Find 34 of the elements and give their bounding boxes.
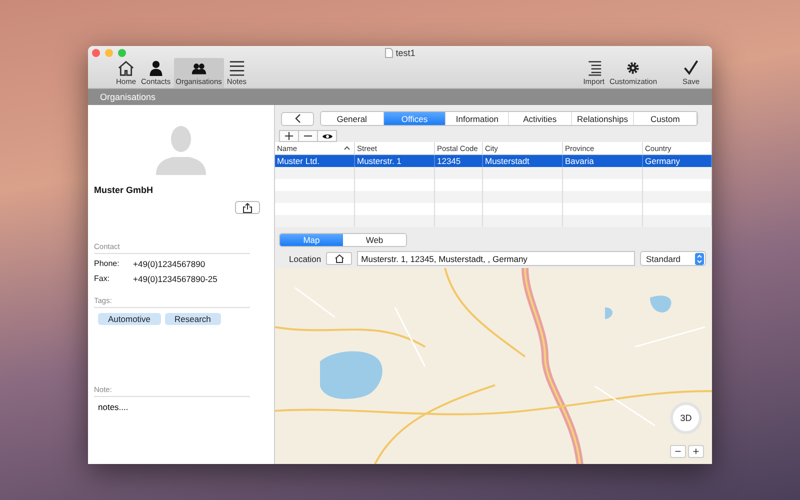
- remove-button[interactable]: [298, 130, 318, 142]
- field-label: Fax:: [94, 274, 111, 284]
- eye-icon: [322, 132, 332, 140]
- plus-icon: [285, 132, 293, 140]
- stepper-icon: [695, 252, 704, 264]
- field-label: Phone:: [94, 259, 120, 269]
- menu-icon: [228, 60, 246, 76]
- house-icon: [334, 254, 344, 263]
- map-type-dropdown[interactable]: Standard: [640, 251, 706, 266]
- section-header: Organisations: [88, 89, 712, 105]
- zoom-out-button[interactable]: −: [670, 445, 686, 458]
- tag[interactable]: Research: [164, 313, 221, 325]
- avatar-silhouette: [156, 123, 206, 175]
- location-label: Location: [289, 254, 322, 264]
- house-icon: [117, 60, 135, 76]
- note-text: notes....: [97, 402, 130, 412]
- organisation-name: Muster GmbH: [94, 185, 154, 195]
- field-value: +49(0)1234567890-25: [133, 274, 218, 284]
- checkmark-icon: [682, 60, 700, 76]
- table-row[interactable]: Muster Ltd. Musterstr. 1 12345 Musterstadt Bavaria Germany: [275, 155, 712, 167]
- field-value: +49(0)1234567890: [133, 259, 206, 269]
- view-button[interactable]: [317, 130, 337, 142]
- chevron-left-icon: [294, 114, 300, 123]
- home-button[interactable]: [326, 252, 352, 265]
- tab[interactable]: General: [321, 112, 384, 125]
- window-title: test1: [396, 48, 416, 58]
- add-button[interactable]: [279, 130, 299, 142]
- share-button[interactable]: [235, 201, 260, 214]
- location-field[interactable]: Musterstr. 1, 12345, Musterstadt, , Germany: [357, 251, 635, 266]
- sort-caret-icon: [344, 146, 350, 150]
- zoom-in-button[interactable]: +: [688, 445, 704, 458]
- tag[interactable]: Automotive: [98, 313, 161, 325]
- share-icon: [243, 202, 252, 212]
- back-button[interactable]: [281, 112, 314, 126]
